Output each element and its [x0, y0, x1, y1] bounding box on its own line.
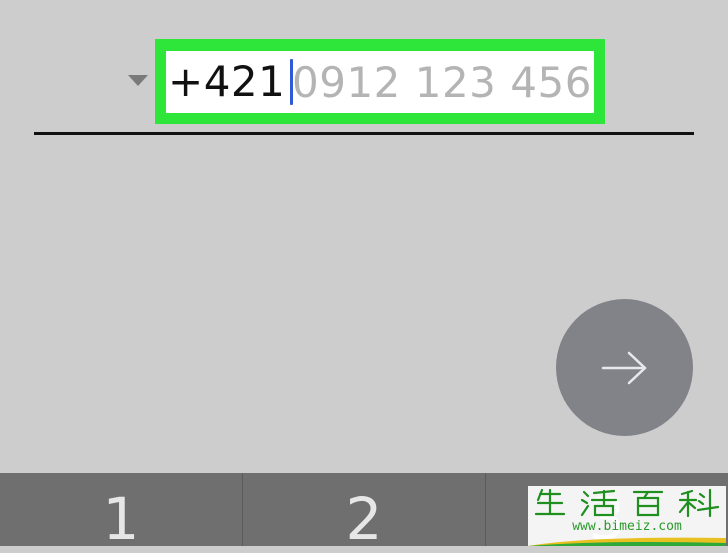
next-button[interactable]: [556, 299, 693, 436]
field-underline: [34, 132, 694, 135]
phone-number-input[interactable]: [292, 51, 592, 113]
phone-login-screen: +421 1 2 3: [0, 0, 728, 553]
watermark-logo: [534, 488, 720, 518]
text-cursor: [290, 59, 293, 105]
triangle-down-icon: [128, 75, 148, 86]
watermark-swoosh: [528, 537, 726, 546]
arrow-right-icon: [601, 351, 646, 384]
watermark: www.bimeiz.com: [528, 486, 726, 546]
phone-number-field[interactable]: +421: [166, 51, 594, 113]
watermark-url: www.bimeiz.com: [572, 519, 682, 534]
country-code: +421: [168, 57, 286, 106]
key-2[interactable]: 2: [242, 473, 485, 553]
key-1[interactable]: 1: [0, 473, 242, 553]
country-dropdown[interactable]: [126, 72, 150, 90]
